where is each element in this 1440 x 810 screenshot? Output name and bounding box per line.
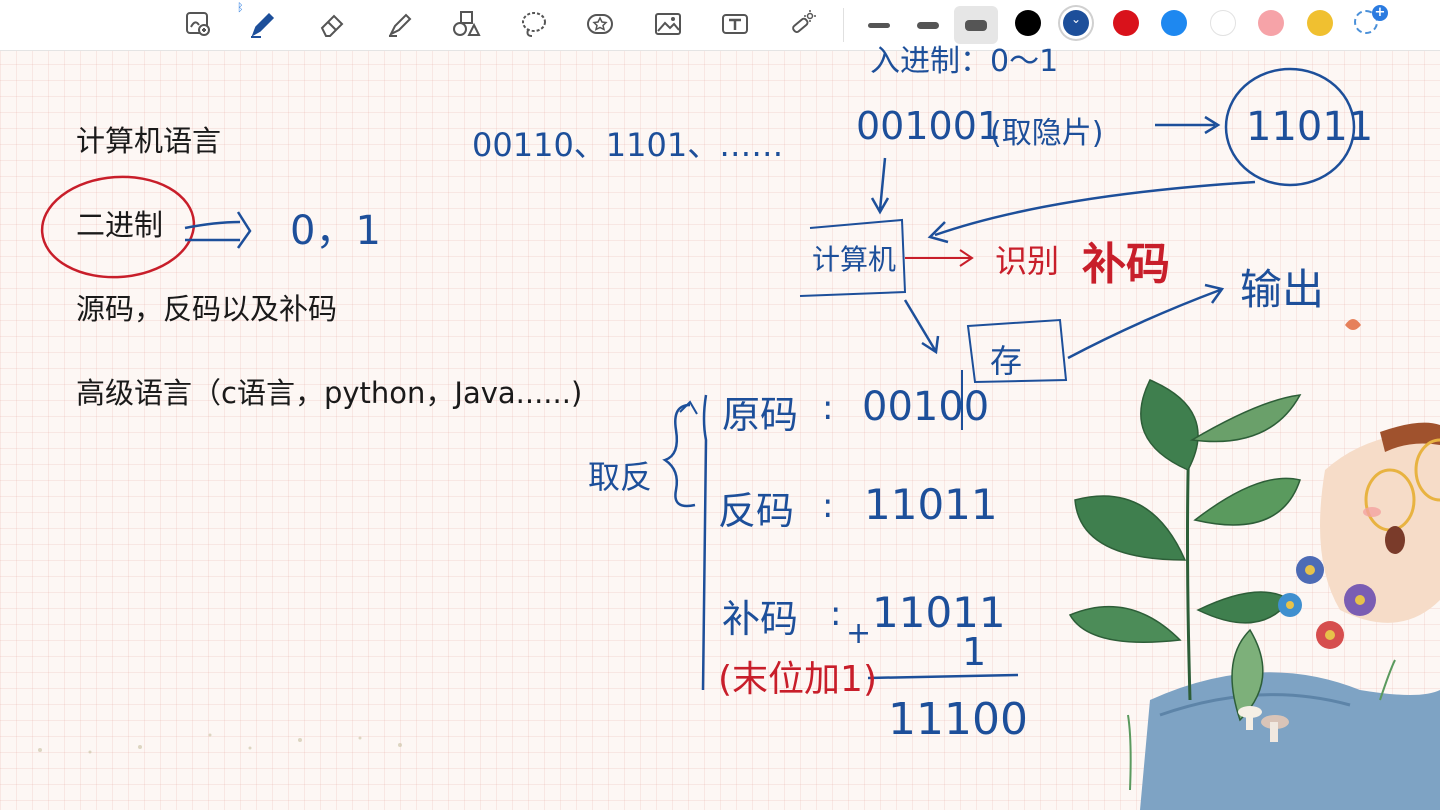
hw-original-colon: : — [822, 388, 834, 428]
hw-zero-one: 0，1 — [290, 208, 381, 254]
hw-original-value: 00100 — [862, 384, 990, 430]
hw-complement-red: 补码 — [1082, 239, 1170, 290]
hw-computer: 计算机 — [812, 243, 897, 276]
hw-recognize: 识别 — [995, 242, 1060, 280]
hw-top-partial: 入进制：0～1 — [870, 44, 1059, 79]
hw-last-bit-add: (末位加1) — [718, 659, 877, 700]
hw-result: 11100 — [888, 694, 1028, 745]
hw-storage: 存 — [990, 342, 1023, 380]
hw-circled-code: 11011 — [1246, 104, 1374, 150]
hw-complement-label: 补码 — [722, 597, 799, 641]
hw-output: 输出 — [1240, 265, 1325, 314]
hw-plus-sign: + — [846, 616, 872, 651]
hw-inverse-value: 11011 — [864, 480, 998, 529]
hw-original-label: 原码 — [722, 393, 799, 437]
hw-chip-code: 001001 — [856, 104, 1002, 148]
hw-complement-colon: : — [830, 594, 842, 634]
hw-binary-examples: 00110、1101、…… — [472, 126, 784, 164]
hw-invert: 取反 — [588, 458, 653, 496]
hw-chip-note: (取隐片) — [990, 116, 1104, 151]
hw-inverse-colon: : — [822, 486, 834, 526]
hw-inverse-label: 反码 — [718, 489, 795, 533]
hw-add-one: 1 — [962, 630, 987, 674]
